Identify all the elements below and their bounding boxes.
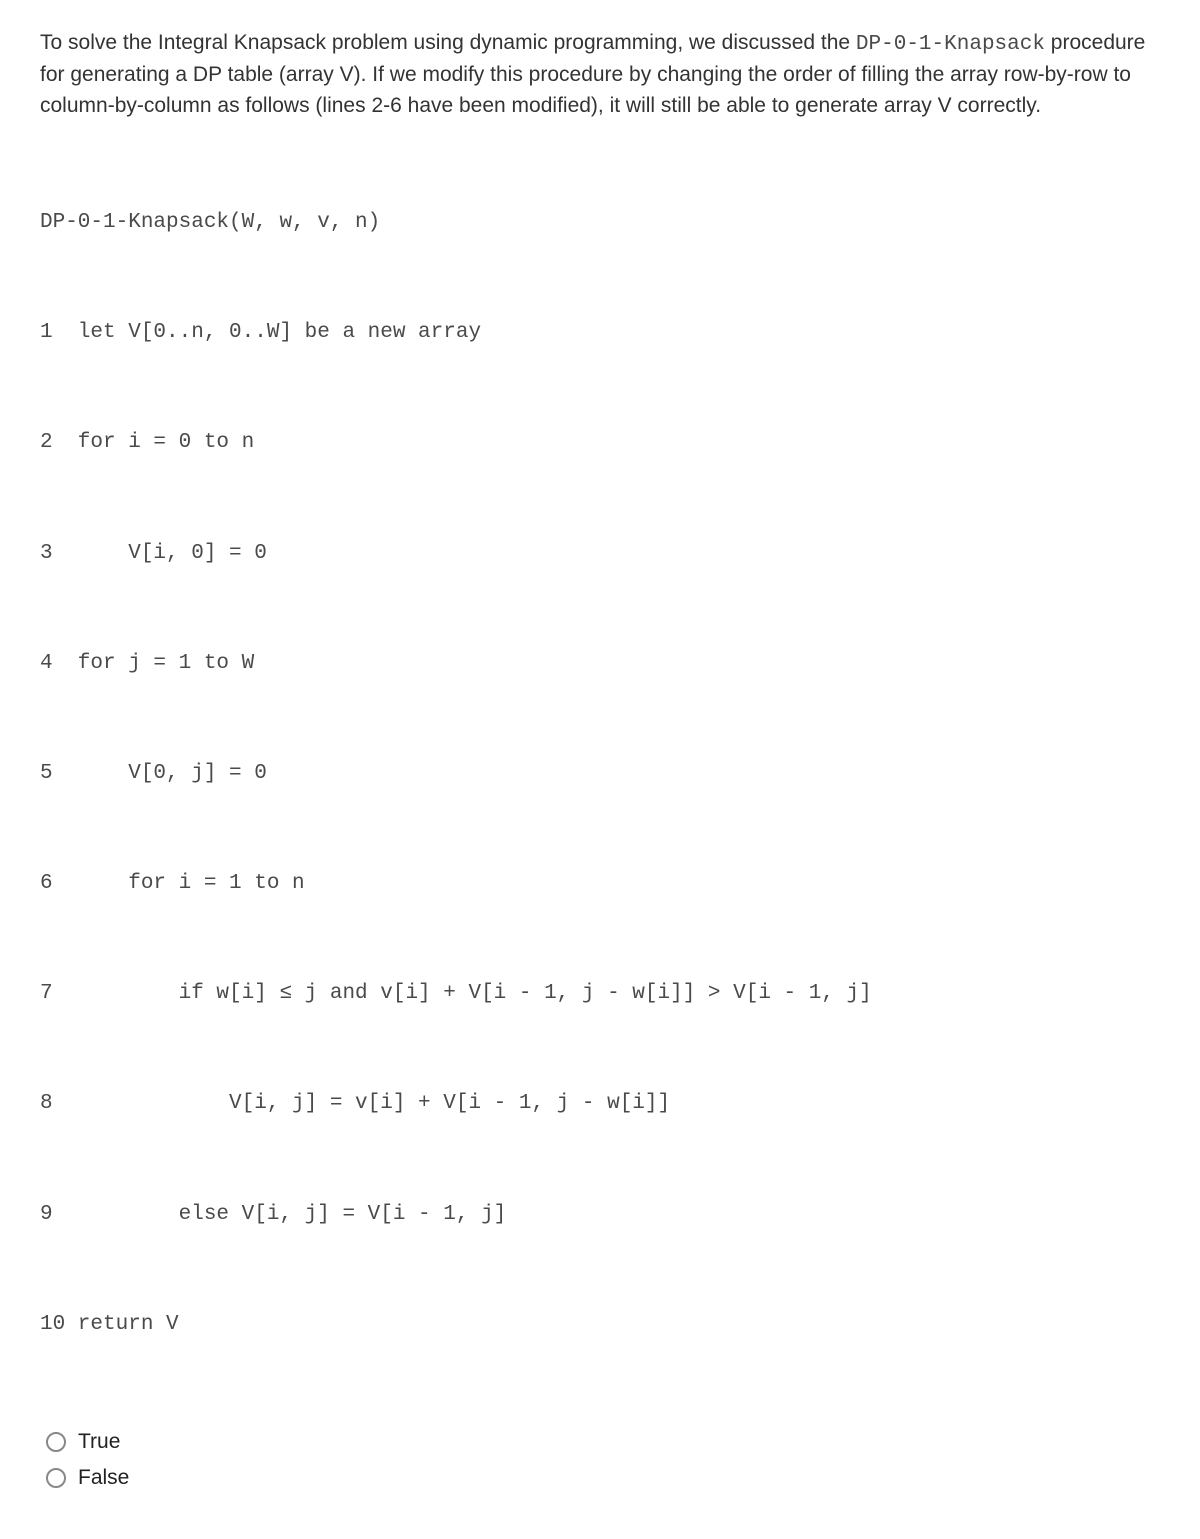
code-line-8: 8 V[i, j] = v[i] + V[i - 1, j - w[i]] <box>40 1089 1160 1118</box>
code-line-5: 5 V[0, j] = 0 <box>40 759 1160 788</box>
radio-icon <box>46 1468 66 1488</box>
code-line-6: 6 for i = 1 to n <box>40 869 1160 898</box>
option-false-label: False <box>78 1463 129 1493</box>
code-line-9: 9 else V[i, j] = V[i - 1, j] <box>40 1200 1160 1229</box>
code-header: DP-0-1-Knapsack(W, w, v, n) <box>40 208 1160 237</box>
option-false[interactable]: False <box>46 1463 1160 1493</box>
code-line-1: 1 let V[0..n, 0..W] be a new array <box>40 318 1160 347</box>
option-true[interactable]: True <box>46 1427 1160 1457</box>
question-text: To solve the Integral Knapsack problem u… <box>40 28 1160 121</box>
code-line-3: 3 V[i, 0] = 0 <box>40 539 1160 568</box>
option-true-label: True <box>78 1427 120 1457</box>
code-block: DP-0-1-Knapsack(W, w, v, n) 1 let V[0..n… <box>40 149 1160 1390</box>
code-line-7: 7 if w[i] ≤ j and v[i] + V[i - 1, j - w[… <box>40 979 1160 1008</box>
code-line-10: 10 return V <box>40 1310 1160 1339</box>
code-line-4: 4 for j = 1 to W <box>40 649 1160 678</box>
question-text-part1: To solve the Integral Knapsack problem u… <box>40 31 856 54</box>
inline-code: DP-0-1-Knapsack <box>856 33 1045 56</box>
radio-icon <box>46 1432 66 1452</box>
code-line-2: 2 for i = 0 to n <box>40 428 1160 457</box>
answer-options: True False <box>40 1427 1160 1494</box>
